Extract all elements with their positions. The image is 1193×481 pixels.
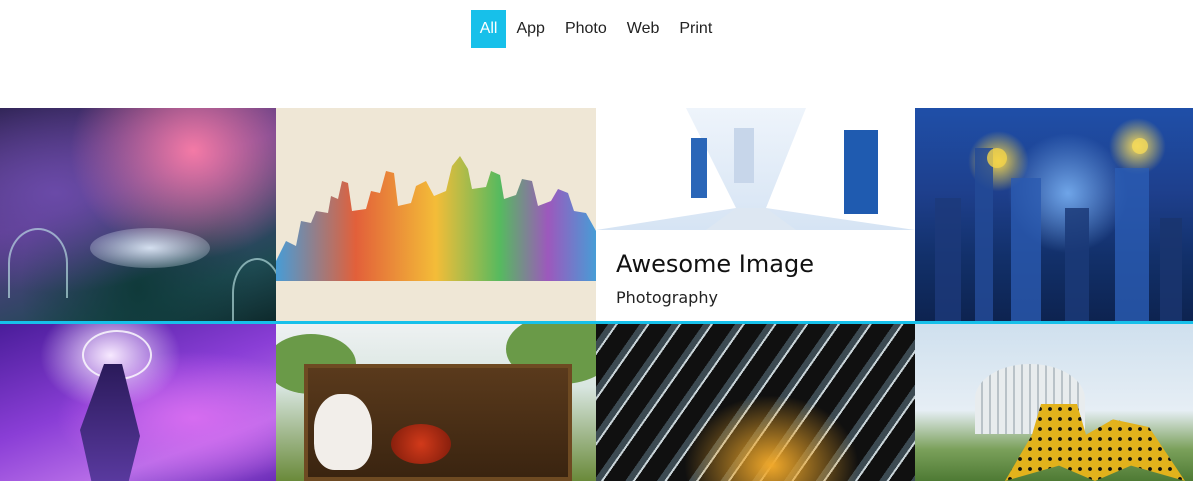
portfolio-item-conservatory-sculpture[interactable] <box>915 324 1193 481</box>
filter-print-button[interactable]: Print <box>669 10 722 48</box>
portfolio-grid: Awesome Image Photography <box>0 108 1193 481</box>
hover-caption: Awesome Image Photography <box>616 250 814 307</box>
filter-all-button[interactable]: All <box>470 10 507 48</box>
white-alley-photo <box>596 108 915 230</box>
portfolio-item-hover-card[interactable]: Awesome Image Photography <box>596 108 915 321</box>
portfolio-item-atrium-architecture[interactable] <box>596 324 915 481</box>
item-category: Photography <box>616 288 718 307</box>
flower-bouquet <box>391 424 451 464</box>
figure-silhouette <box>80 364 140 481</box>
portfolio-item-watercolor-skyline[interactable] <box>276 108 596 321</box>
glass-dome <box>8 228 68 298</box>
portfolio-item-fantasy-landscape[interactable] <box>0 108 276 321</box>
portfolio-item-starry-city[interactable] <box>915 108 1193 321</box>
sugar-skull <box>314 394 372 470</box>
skyline-illustration <box>276 156 596 281</box>
glass-dome <box>232 258 276 321</box>
portfolio-item-cosmic-figure[interactable] <box>0 324 276 481</box>
filter-app-button[interactable]: App <box>506 10 554 48</box>
filter-photo-button[interactable]: Photo <box>555 10 617 48</box>
item-title: Awesome Image <box>616 250 814 278</box>
light-glow <box>90 228 210 268</box>
portfolio-filter-bar: All App Photo Web Print <box>0 10 1193 48</box>
portfolio-item-sugar-skull-container[interactable] <box>276 324 596 481</box>
filter-web-button[interactable]: Web <box>617 10 670 48</box>
